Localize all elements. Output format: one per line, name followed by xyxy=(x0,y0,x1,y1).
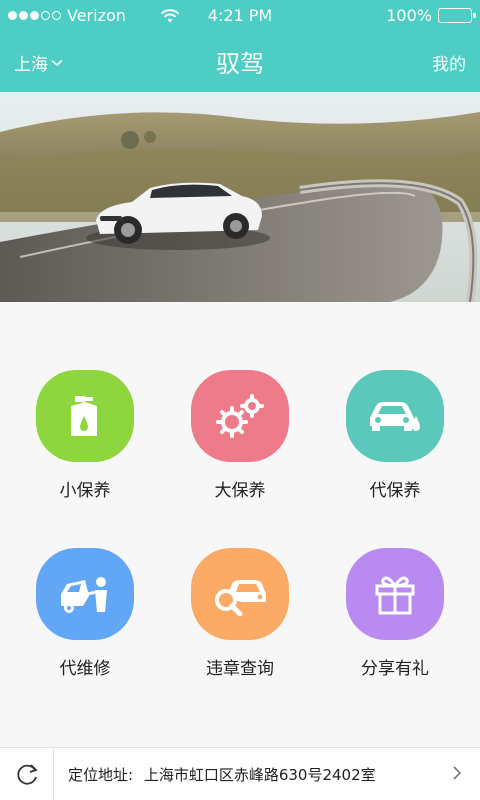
service-label: 小保养 xyxy=(59,481,111,501)
service-major-maintenance[interactable]: 大保养 xyxy=(170,370,310,501)
location-address: 定位地址: 上海市虹口区赤峰路630号2402室 xyxy=(68,764,376,785)
top-bar: Verizon 4:21 PM 100% 上海 驭驾 我的 xyxy=(0,0,480,92)
battery-percent: 100% xyxy=(386,6,432,25)
service-grid: 小保养 大保养 代保养 代维修 违章查询 分享有礼 xyxy=(0,302,480,747)
service-label: 违章查询 xyxy=(206,659,274,679)
mine-button[interactable]: 我的 xyxy=(432,50,466,75)
car-search-icon xyxy=(191,548,289,640)
service-proxy-maintenance[interactable]: 代保养 xyxy=(325,370,465,501)
location-bar[interactable]: 定位地址: 上海市虹口区赤峰路630号2402室 xyxy=(0,747,480,800)
service-share-gift[interactable]: 分享有礼 xyxy=(325,548,465,679)
service-proxy-repair[interactable]: 代维修 xyxy=(15,548,155,679)
oil-can-icon xyxy=(36,370,134,462)
gift-icon xyxy=(346,548,444,640)
banner-image[interactable] xyxy=(0,92,480,302)
nav-bar: 上海 驭驾 我的 xyxy=(0,32,480,92)
battery-icon xyxy=(438,8,476,23)
battery-status: 100% xyxy=(386,6,476,25)
location-value: 上海市虹口区赤峰路630号2402室 xyxy=(143,766,376,784)
service-minor-maintenance[interactable]: 小保养 xyxy=(15,370,155,501)
status-bar: Verizon 4:21 PM 100% xyxy=(0,0,480,32)
service-label: 代保养 xyxy=(369,481,421,501)
service-violation-query[interactable]: 违章查询 xyxy=(170,548,310,679)
refresh-icon xyxy=(16,764,38,785)
car-oil-drop-icon xyxy=(346,370,444,462)
page-title: 驭驾 xyxy=(216,50,264,78)
service-label: 大保养 xyxy=(214,481,266,501)
car-photo xyxy=(0,92,480,302)
service-label: 分享有礼 xyxy=(361,659,429,679)
service-label: 代维修 xyxy=(59,659,111,679)
gears-icon xyxy=(191,370,289,462)
car-repair-icon xyxy=(36,548,134,640)
chevron-right-icon xyxy=(453,766,462,780)
location-prefix: 定位地址: xyxy=(68,766,134,784)
refresh-location-button[interactable] xyxy=(0,748,54,800)
